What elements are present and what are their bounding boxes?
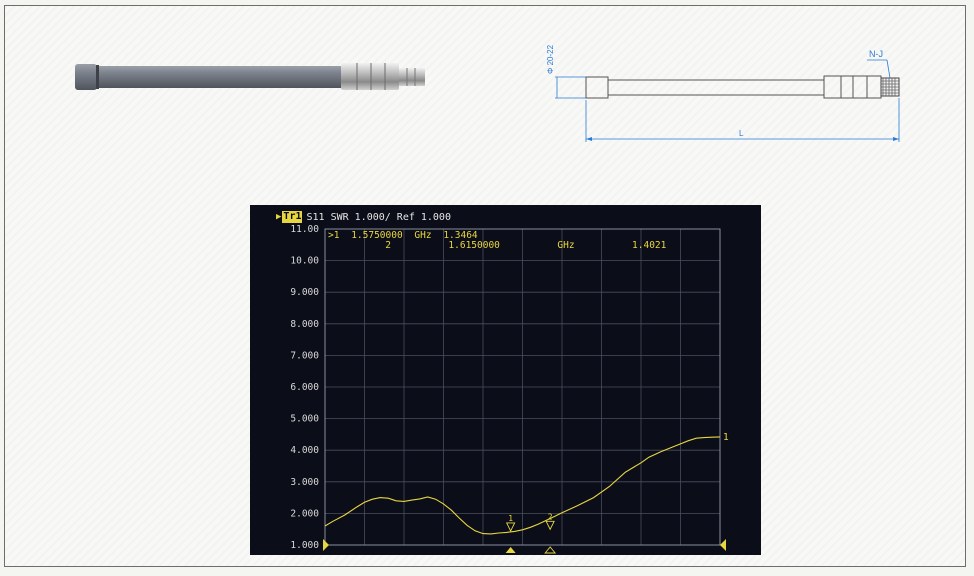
y-tick-label: 6.000 — [290, 382, 319, 393]
y-tick-labels: 11.00 10.00 9.000 8.000 7.000 6.000 5.000 4.000… — [290, 224, 319, 551]
antenna-cap — [75, 64, 97, 90]
y-tick-label: 10.00 — [290, 256, 319, 267]
drawing-cap — [585, 76, 609, 99]
trace-markers: 1 1 2 — [323, 432, 729, 554]
measurement-label: S11 SWR 1.000/ Ref 1.000 — [306, 211, 451, 223]
length-label: L — [739, 129, 744, 138]
trace-arrow-icon: ▶ — [276, 212, 282, 222]
y-tick-label: 8.000 — [290, 319, 319, 330]
trace-tag: Tr1 — [282, 211, 303, 223]
marker-1-icon — [505, 522, 516, 532]
antenna-radome — [99, 66, 343, 88]
y-tick-label: 2.000 — [290, 508, 319, 519]
marker-2-row: 2 1.6150000 GHz 1.4021 — [328, 240, 706, 251]
y-tick-label: 4.000 — [290, 445, 319, 456]
connector-label: N-J — [869, 49, 883, 59]
marker-2-icon — [545, 520, 555, 531]
antenna-connector — [399, 68, 425, 86]
y-tick-label: 3.000 — [290, 477, 319, 488]
y-tick-label: 5.000 — [290, 414, 319, 425]
y-tick-label: 1.000 — [290, 540, 319, 551]
antenna-drawing: Φ 20-22 L N-J — [546, 44, 900, 142]
marker-2-position-icon — [544, 546, 557, 554]
y-tick-label: 9.000 — [290, 287, 319, 298]
y-tick-label: 7.000 — [290, 350, 319, 361]
marker-1-position-icon — [505, 547, 516, 553]
antenna-ferrule — [341, 63, 399, 90]
swr-analyzer-screen: 11.00 10.00 9.000 8.000 7.000 6.000 5.000 4.000… — [250, 205, 761, 555]
antenna-photo — [75, 63, 425, 90]
diameter-label: Φ 20-22 — [546, 44, 555, 74]
analyzer-header: ▶ Tr1 S11 SWR 1.000/ Ref 1.000 — [276, 210, 451, 224]
drawing-radome — [607, 79, 825, 96]
antenna-cap-ring — [96, 65, 99, 89]
swr-plot: 11.00 10.00 9.000 8.000 7.000 6.000 5.000 4.000… — [290, 224, 729, 554]
y-tick-label: 11.00 — [290, 224, 319, 235]
drawing-connector — [880, 77, 900, 97]
marker-table: >1 1.5750000 GHz 1.3464 2 1.6150000 GHz … — [328, 230, 706, 251]
marker-2-symbol: 2 — [548, 512, 553, 521]
ref-arrow-left-icon — [323, 539, 329, 551]
marker-1-symbol: 1 — [508, 514, 513, 523]
ref-arrow-right-icon — [720, 539, 726, 551]
trace-end-label: 1 — [723, 432, 729, 443]
